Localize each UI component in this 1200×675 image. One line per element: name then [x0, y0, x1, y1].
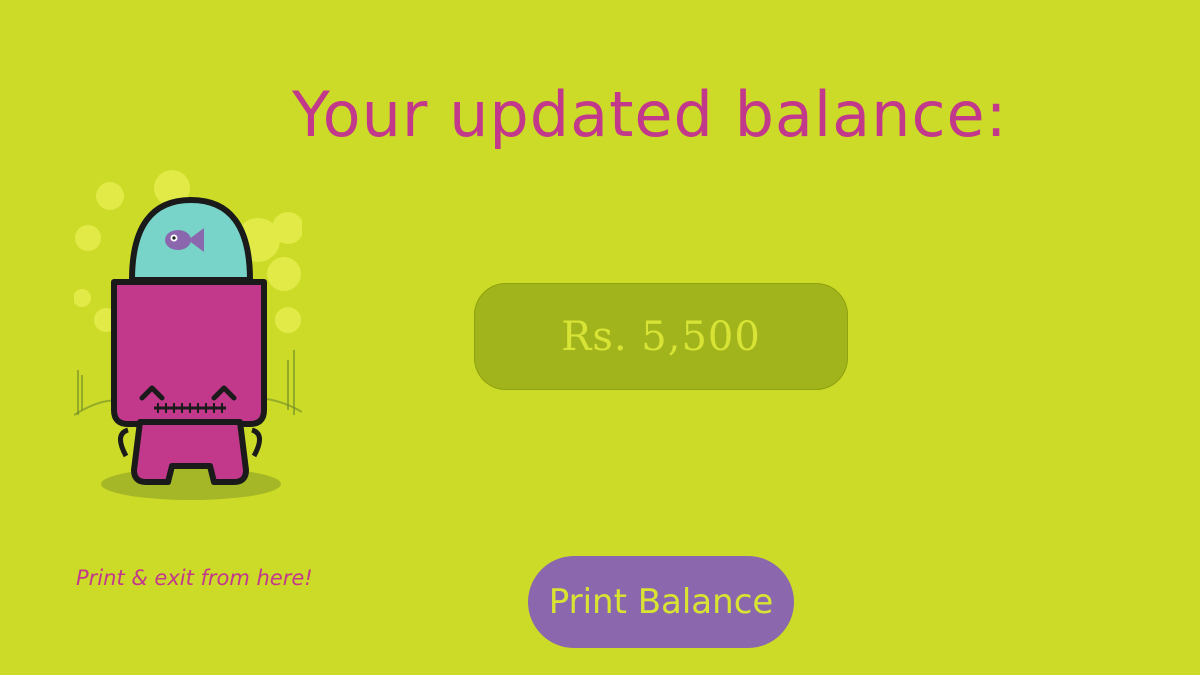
balance-amount: Rs. 5,500 — [561, 313, 761, 360]
mascot-icon — [74, 170, 302, 500]
balance-screen: Your updated balance: Rs. 5,500 Print & … — [0, 0, 1200, 675]
balance-display: Rs. 5,500 — [474, 283, 848, 390]
page-title: Your updated balance: — [292, 78, 1008, 151]
print-exit-hint: Print & exit from here! — [76, 566, 313, 590]
print-balance-button[interactable]: Print Balance — [528, 556, 794, 648]
print-balance-label: Print Balance — [548, 582, 774, 622]
